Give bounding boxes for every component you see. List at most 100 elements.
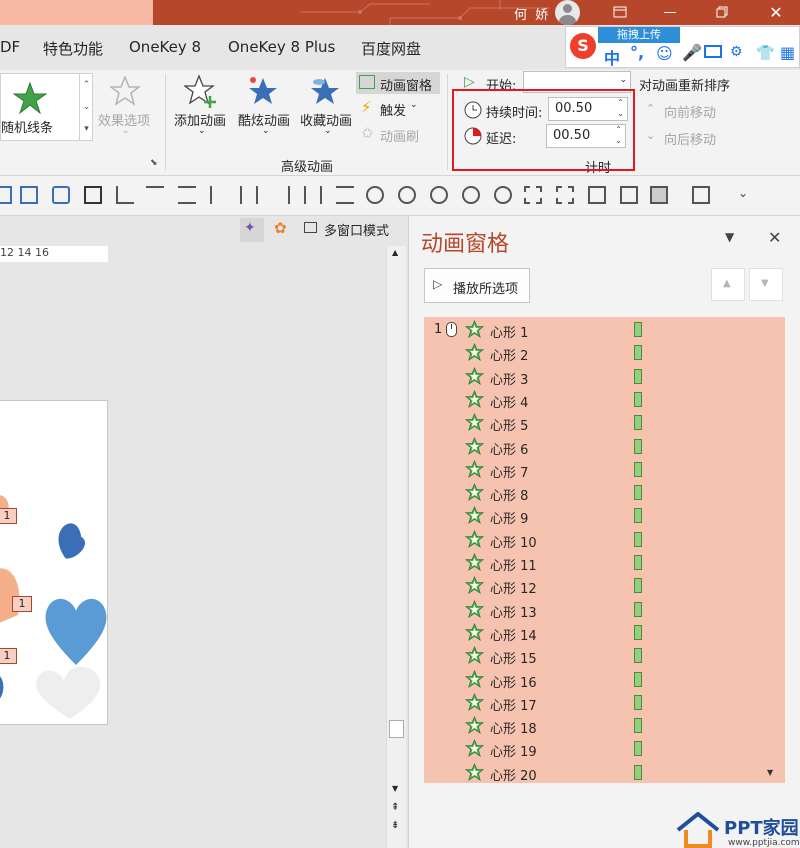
arrange-icon[interactable] (692, 186, 710, 204)
move-later-button[interactable]: 向后移动 (664, 129, 716, 148)
send-backward-icon[interactable] (650, 186, 668, 204)
timeline-bar[interactable] (634, 648, 642, 664)
animation-painter-button[interactable]: ✩ 动画刷 (356, 123, 440, 145)
vertical-scrollbar[interactable]: ▲ ▼ ⇞ ⇟ (386, 246, 406, 848)
toolbar-icon[interactable] (20, 186, 38, 204)
multiwindow-label[interactable]: 多窗口模式 (324, 220, 389, 239)
tab-onekey8[interactable]: OneKey 8 (129, 38, 201, 56)
next-slide-icon[interactable]: ⇟ (391, 820, 399, 831)
animation-list-item[interactable]: 心形 20 (424, 762, 785, 783)
animation-list-item[interactable]: 心形 13 (424, 599, 785, 622)
align-middle-icon[interactable] (178, 186, 196, 204)
toolbar-icon[interactable] (84, 186, 102, 204)
timeline-bar[interactable] (634, 508, 642, 524)
distribute-vertical-icon[interactable] (336, 186, 354, 204)
align-bottom-icon[interactable] (116, 186, 134, 204)
timeline-bar[interactable] (634, 601, 642, 617)
tab-pdf[interactable]: DF (0, 38, 20, 56)
list-scroll-down-icon[interactable]: ▼ (767, 768, 773, 777)
animation-list-item[interactable]: 心形 15 (424, 645, 785, 668)
toolbar-icon[interactable] (52, 186, 70, 204)
user-avatar[interactable] (555, 0, 580, 25)
move-up-button[interactable]: ▲ (711, 268, 745, 301)
favorite-animation-button[interactable]: 收藏动画 ⌄ (298, 74, 358, 146)
animation-list[interactable]: 1 心形 1 心形 2 心形 3 心形 4 心形 5 心形 6 心形 7 心形 8 心形 9 心形 … (424, 317, 785, 783)
toolbar-icon[interactable] (0, 186, 12, 204)
scroll-thumb[interactable] (389, 720, 404, 738)
upload-button[interactable]: 拖拽上传 (598, 27, 680, 43)
timeline-bar[interactable] (634, 461, 642, 477)
animation-pane-button[interactable]: 动画窗格 (356, 72, 440, 94)
ime-punct[interactable]: °, (630, 43, 644, 62)
ime-mode[interactable]: 中 (604, 45, 620, 69)
timeline-bar[interactable] (634, 531, 642, 547)
union-icon[interactable] (366, 186, 384, 204)
timeline-bar[interactable] (634, 741, 642, 757)
toolbox-icon[interactable]: ⚙ (730, 44, 743, 60)
animation-list-item[interactable]: 心形 8 (424, 482, 785, 505)
move-earlier-button[interactable]: 向前移动 (664, 102, 716, 121)
trigger-button[interactable]: ⚡ 触发 ⌄ (356, 97, 440, 119)
intersect-icon[interactable] (462, 186, 480, 204)
slide-canvas[interactable]: 1 1 1 (0, 400, 108, 725)
timeline-bar[interactable] (634, 578, 642, 594)
scroll-up-icon[interactable]: ▲ (392, 248, 398, 257)
gallery-scroll[interactable]: ⌃ ⌄ ▾ (79, 74, 93, 140)
distribute-icon[interactable] (304, 186, 322, 204)
timeline-bar[interactable] (634, 555, 642, 570)
slide-animation-tag[interactable]: 1 (12, 596, 32, 612)
animation-list-item[interactable]: 心形 14 (424, 622, 785, 645)
previous-slide-icon[interactable]: ⇞ (391, 802, 399, 813)
animation-list-item[interactable]: 心形 4 (424, 389, 785, 412)
animation-list-item[interactable]: 心形 18 (424, 715, 785, 738)
move-down-button[interactable]: ▼ (749, 268, 783, 301)
overflow-chevron-icon[interactable]: ⌄ (738, 186, 748, 200)
animation-list-item[interactable]: 心形 12 (424, 575, 785, 598)
timeline-bar[interactable] (634, 485, 642, 501)
timeline-bar[interactable] (634, 718, 642, 734)
animation-list-item[interactable]: 心形 19 (424, 738, 785, 761)
animation-list-item[interactable]: 心形 2 (424, 342, 785, 365)
timeline-bar[interactable] (634, 391, 642, 407)
gear-icon[interactable]: ✿ (270, 218, 294, 242)
animation-list-item[interactable]: 心形 11 (424, 552, 785, 575)
tab-features[interactable]: 特色功能 (43, 38, 103, 59)
effect-options-button[interactable]: 效果选项 ⌄ (96, 74, 156, 146)
animation-list-item[interactable]: 心形 7 (424, 459, 785, 482)
timeline-bar[interactable] (634, 438, 642, 454)
combine-icon[interactable] (398, 186, 416, 204)
subtract-icon[interactable] (494, 186, 512, 204)
timeline-bar[interactable] (634, 322, 642, 337)
timeline-bar[interactable] (634, 764, 642, 780)
animation-list-item[interactable]: 心形 6 (424, 436, 785, 459)
timeline-bar[interactable] (634, 671, 642, 687)
animation-list-item[interactable]: 1 心形 1 (424, 319, 785, 342)
timeline-bar[interactable] (634, 415, 642, 431)
tab-baidu-netdisk[interactable]: 百度网盘 (361, 38, 421, 59)
align-right-icon[interactable] (272, 186, 290, 204)
slide-animation-tag[interactable]: 1 (0, 508, 17, 524)
animation-list-item[interactable]: 心形 10 (424, 529, 785, 552)
crop-icon[interactable] (524, 186, 542, 204)
align-top-icon[interactable] (146, 186, 164, 204)
ungroup-icon[interactable] (588, 186, 606, 204)
restore-icon[interactable] (600, 0, 640, 25)
animation-list-item[interactable]: 心形 16 (424, 669, 785, 692)
menu-grid-icon[interactable]: ▦ (780, 43, 795, 62)
animation-list-item[interactable]: 心形 3 (424, 366, 785, 389)
dialog-launcher-icon[interactable]: ⬊ (150, 158, 158, 168)
timeline-bar[interactable] (634, 624, 642, 640)
microphone-icon[interactable]: 🎤 (682, 43, 702, 62)
sogou-logo-icon[interactable]: S (570, 33, 596, 59)
play-selected-button[interactable]: ▷ 播放所选项 (424, 268, 530, 303)
animation-list-item[interactable]: 心形 5 (424, 412, 785, 435)
scroll-down-icon[interactable]: ▼ (392, 784, 398, 793)
cool-animation-button[interactable]: 酷炫动画 ⌄ (236, 74, 296, 146)
slide-animation-tag[interactable]: 1 (0, 648, 17, 664)
pane-options-chevron-icon[interactable]: ▼ (725, 230, 734, 244)
add-animation-button[interactable]: 添加动画 ⌄ (172, 74, 232, 146)
emoji-icon[interactable]: ☺ (656, 44, 673, 63)
minimize-icon[interactable]: — (650, 0, 690, 25)
timeline-bar[interactable] (634, 368, 642, 384)
timeline-bar[interactable] (634, 345, 642, 361)
